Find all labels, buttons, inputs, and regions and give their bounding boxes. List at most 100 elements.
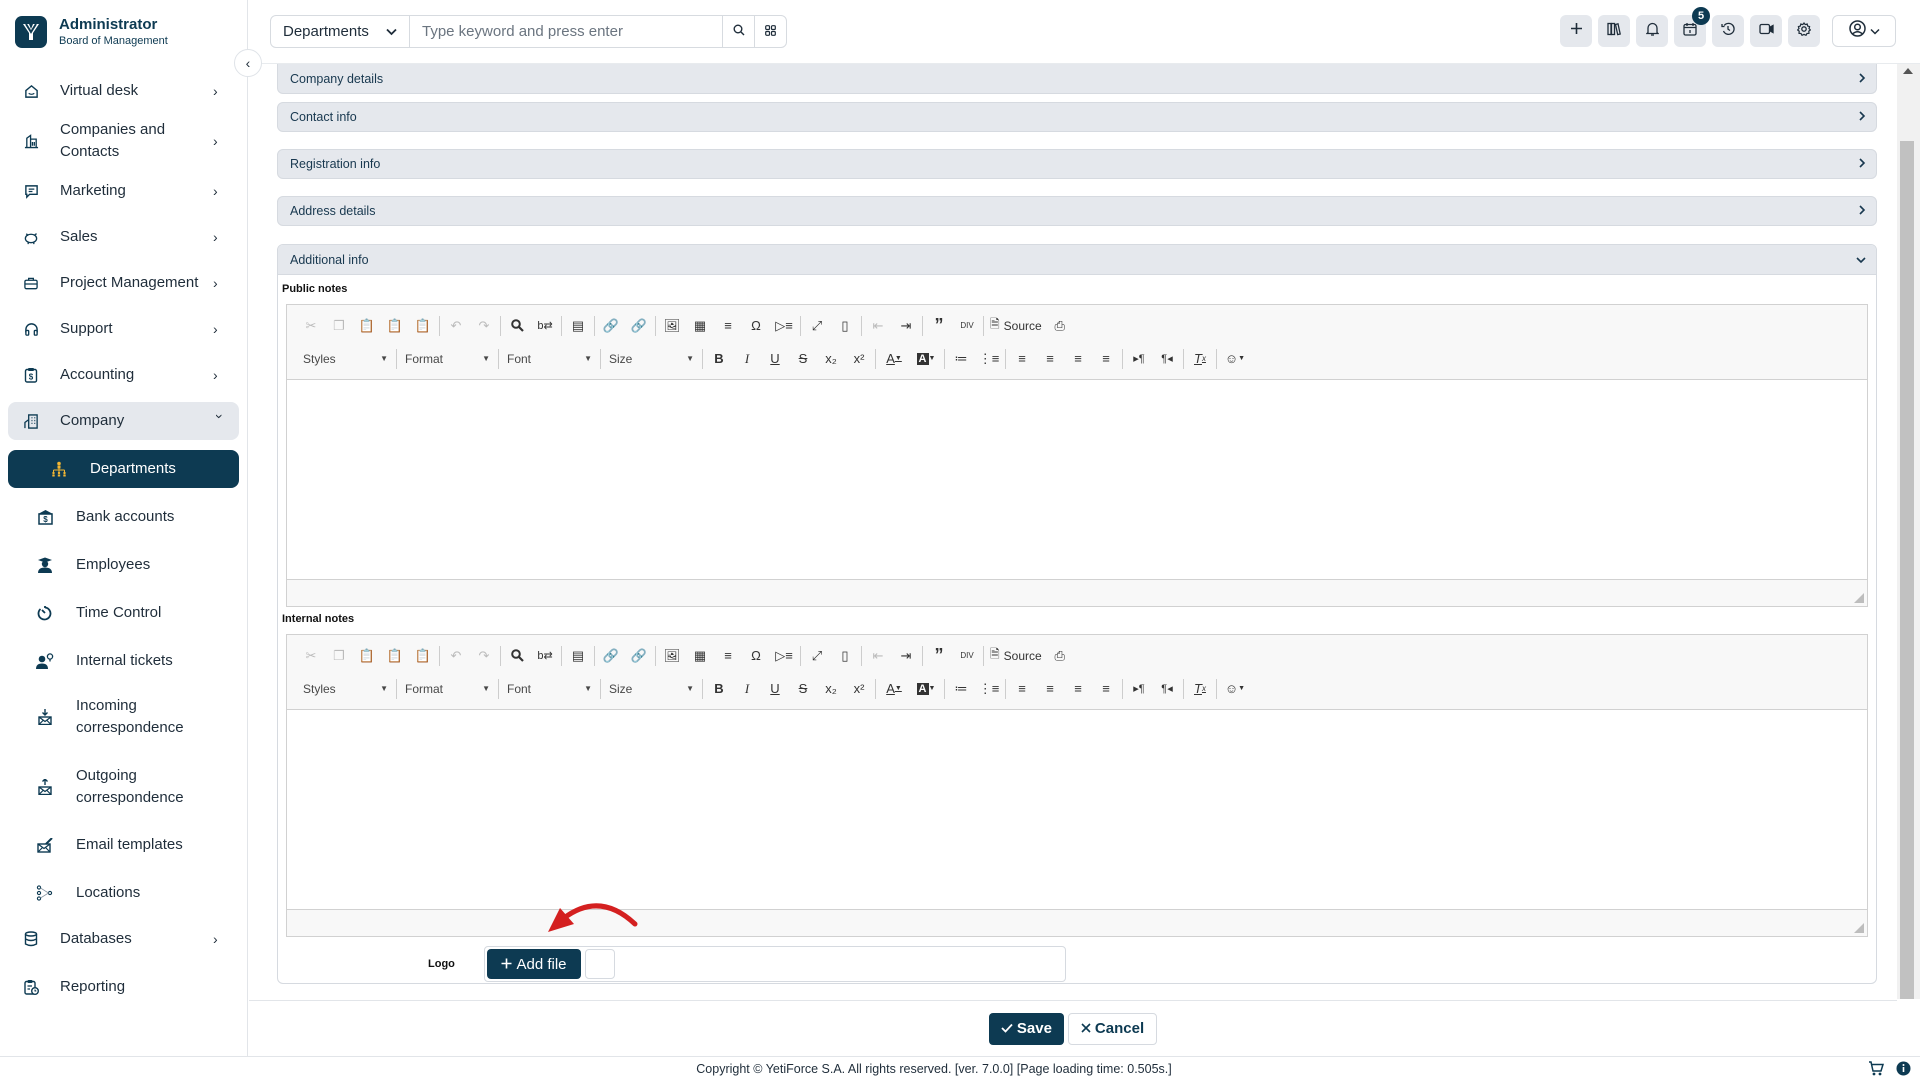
strikethrough-icon[interactable]: S bbox=[789, 346, 817, 372]
resize-handle[interactable] bbox=[1854, 593, 1864, 603]
unlink-icon[interactable]: 🔗 bbox=[625, 313, 653, 339]
numbered-list-icon[interactable]: ≔ bbox=[947, 346, 975, 372]
advanced-search-button[interactable] bbox=[754, 16, 786, 47]
outdent-icon[interactable]: ⇤ bbox=[864, 313, 892, 339]
bulleted-list-icon[interactable]: ⋮≡ bbox=[975, 676, 1003, 702]
show-blocks-icon[interactable]: ▯ bbox=[831, 313, 859, 339]
styles-combo[interactable]: Styles ▼ bbox=[297, 347, 394, 371]
italic-icon[interactable]: I bbox=[733, 346, 761, 372]
table-icon[interactable]: ▦ bbox=[686, 643, 714, 669]
paste-word-icon[interactable]: 📋 bbox=[409, 643, 437, 669]
indent-icon[interactable]: ⇥ bbox=[892, 313, 920, 339]
cart-icon[interactable] bbox=[1868, 1061, 1885, 1079]
page-break-icon[interactable]: ▷≡ bbox=[770, 313, 798, 339]
print-icon[interactable]: ⎙ bbox=[1046, 313, 1074, 339]
redo-icon[interactable]: ↷ bbox=[470, 313, 498, 339]
indent-icon[interactable]: ⇥ bbox=[892, 643, 920, 669]
sidebar-item-outgoing-correspondence[interactable]: Outgoing correspondence bbox=[8, 760, 239, 814]
block-contact-info[interactable]: Contact info bbox=[277, 102, 1877, 132]
unlink-icon[interactable]: 🔗 bbox=[625, 643, 653, 669]
block-company-details[interactable]: Company details bbox=[277, 64, 1877, 94]
format-combo[interactable]: Format ▼ bbox=[399, 347, 496, 371]
copy-icon[interactable]: ❐ bbox=[325, 313, 353, 339]
bulleted-list-icon[interactable]: ⋮≡ bbox=[975, 346, 1003, 372]
sidebar-item-departments[interactable]: Departments bbox=[8, 450, 239, 488]
align-right-icon[interactable]: ≡ bbox=[1064, 676, 1092, 702]
maximize-icon[interactable]: ⤢ bbox=[803, 643, 831, 669]
create-div-icon[interactable]: DIV bbox=[953, 643, 981, 669]
table-icon[interactable]: ▦ bbox=[686, 313, 714, 339]
justify-icon[interactable]: ≡ bbox=[1092, 346, 1120, 372]
maximize-icon[interactable]: ⤢ bbox=[803, 313, 831, 339]
paste-word-icon[interactable]: 📋 bbox=[409, 313, 437, 339]
emoji-icon[interactable]: ☺ ▼ bbox=[1219, 676, 1251, 702]
superscript-icon[interactable]: x² bbox=[845, 676, 873, 702]
text-color-icon[interactable]: A ▼ bbox=[878, 676, 910, 702]
special-char-icon[interactable]: Ω bbox=[742, 313, 770, 339]
sidebar-item-databases[interactable]: Databases › bbox=[8, 920, 239, 958]
save-button[interactable]: Save bbox=[988, 1012, 1064, 1045]
subscript-icon[interactable]: x₂ bbox=[817, 676, 845, 702]
sidebar-item-company[interactable]: Company › bbox=[8, 402, 239, 440]
italic-icon[interactable]: I bbox=[733, 676, 761, 702]
superscript-icon[interactable]: x² bbox=[845, 346, 873, 372]
sidebar-item-virtual-desk[interactable]: Virtual desk › bbox=[8, 72, 239, 110]
source-button[interactable]: 🗎 Source bbox=[986, 314, 1046, 338]
settings-button[interactable] bbox=[1788, 15, 1820, 47]
size-combo[interactable]: Size ▼ bbox=[603, 347, 700, 371]
remove-format-icon[interactable]: Tx bbox=[1186, 676, 1214, 702]
text-color-icon[interactable]: A ▼ bbox=[878, 346, 910, 372]
paste-text-icon[interactable]: 📋 bbox=[381, 313, 409, 339]
page-scrollbar[interactable] bbox=[1897, 64, 1920, 999]
sidebar-item-support[interactable]: Support › bbox=[8, 310, 239, 348]
create-div-icon[interactable]: DIV bbox=[953, 313, 981, 339]
bold-icon[interactable]: B bbox=[705, 346, 733, 372]
bold-icon[interactable]: B bbox=[705, 676, 733, 702]
undo-icon[interactable]: ↶ bbox=[442, 313, 470, 339]
emoji-icon[interactable]: ☺ ▼ bbox=[1219, 346, 1251, 372]
meetings-button[interactable] bbox=[1750, 15, 1782, 47]
numbered-list-icon[interactable]: ≔ bbox=[947, 676, 975, 702]
scroll-thumb[interactable] bbox=[1900, 141, 1914, 999]
sidebar-item-reporting[interactable]: Reporting bbox=[8, 968, 239, 1006]
align-center-icon[interactable]: ≡ bbox=[1036, 676, 1064, 702]
underline-icon[interactable]: U bbox=[761, 346, 789, 372]
search-input[interactable] bbox=[410, 16, 722, 47]
sidebar-item-sales[interactable]: Sales › bbox=[8, 218, 239, 256]
outdent-icon[interactable]: ⇤ bbox=[864, 643, 892, 669]
page-break-icon[interactable]: ▷≡ bbox=[770, 643, 798, 669]
find-icon[interactable] bbox=[503, 313, 531, 339]
select-all-icon[interactable]: ▤ bbox=[564, 313, 592, 339]
strikethrough-icon[interactable]: S bbox=[789, 676, 817, 702]
paste-icon[interactable]: 📋 bbox=[353, 643, 381, 669]
print-icon[interactable]: ⎙ bbox=[1046, 643, 1074, 669]
styles-combo[interactable]: Styles ▼ bbox=[297, 677, 394, 701]
horizontal-line-icon[interactable]: ≡ bbox=[714, 313, 742, 339]
image-icon[interactable]: 🖼 bbox=[658, 643, 686, 669]
sidebar-item-companies-contacts[interactable]: Companies and Contacts › bbox=[8, 114, 239, 168]
bg-color-icon[interactable]: A ▼ bbox=[910, 676, 942, 702]
replace-icon[interactable]: b⇄ bbox=[531, 313, 559, 339]
blockquote-icon[interactable]: ” bbox=[925, 313, 953, 339]
replace-icon[interactable]: b⇄ bbox=[531, 643, 559, 669]
sidebar-item-incoming-correspondence[interactable]: Incoming correspondence bbox=[8, 690, 239, 744]
image-icon[interactable]: 🖼 bbox=[658, 313, 686, 339]
sidebar-item-project-management[interactable]: Project Management › bbox=[8, 264, 239, 302]
paste-text-icon[interactable]: 📋 bbox=[381, 643, 409, 669]
search-button[interactable] bbox=[722, 16, 754, 47]
align-center-icon[interactable]: ≡ bbox=[1036, 346, 1064, 372]
sidebar-item-employees[interactable]: Employees bbox=[8, 546, 239, 584]
source-button[interactable]: 🗎 Source bbox=[986, 644, 1046, 668]
info-icon[interactable] bbox=[1896, 1061, 1911, 1079]
horizontal-line-icon[interactable]: ≡ bbox=[714, 643, 742, 669]
rtl-icon[interactable]: ¶◂ bbox=[1153, 346, 1181, 372]
paste-icon[interactable]: 📋 bbox=[353, 313, 381, 339]
find-icon[interactable] bbox=[503, 643, 531, 669]
subscript-icon[interactable]: x₂ bbox=[817, 346, 845, 372]
link-icon[interactable]: 🔗 bbox=[597, 313, 625, 339]
undo-icon[interactable]: ↶ bbox=[442, 643, 470, 669]
add-file-button[interactable]: Add file bbox=[487, 949, 581, 979]
redo-icon[interactable]: ↷ bbox=[470, 643, 498, 669]
link-icon[interactable]: 🔗 bbox=[597, 643, 625, 669]
sidebar-item-time-control[interactable]: Time Control bbox=[8, 594, 239, 632]
